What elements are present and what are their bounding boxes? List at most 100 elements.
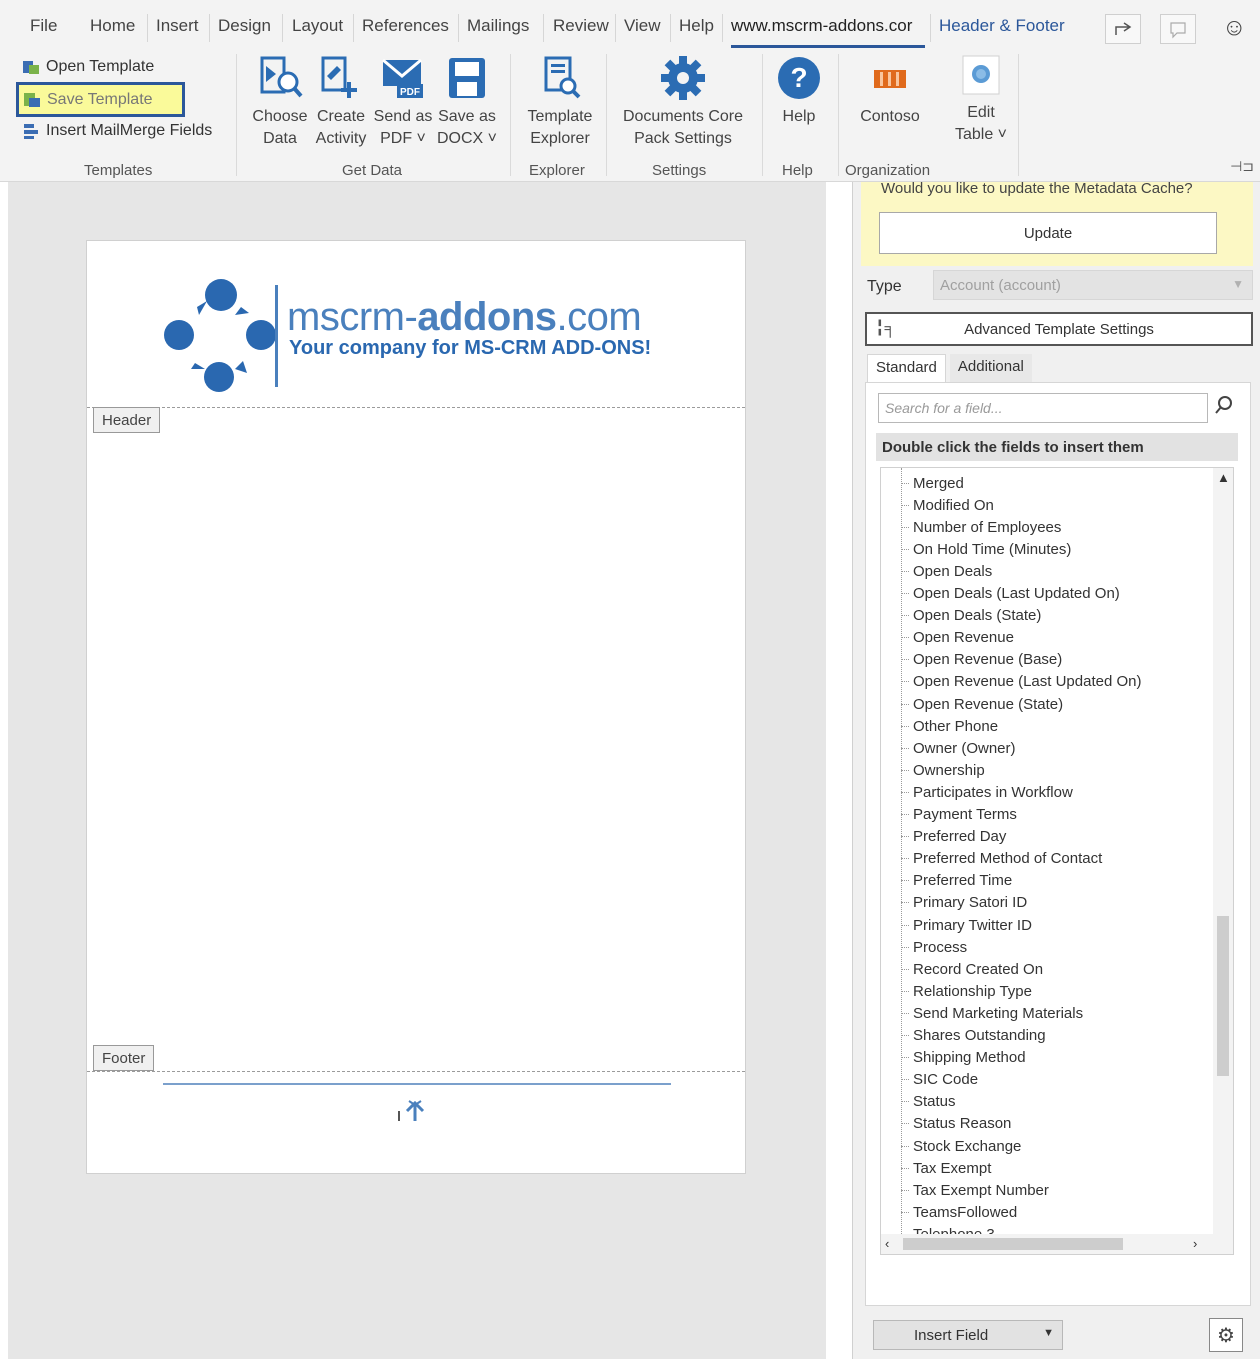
tab-separator xyxy=(930,14,931,42)
scrollbar-thumb[interactable] xyxy=(903,1238,1123,1250)
scrollbar-thumb[interactable] xyxy=(1217,916,1229,1076)
field-list-item[interactable]: Participates in Workflow xyxy=(901,781,1073,803)
tree-branch-line xyxy=(901,1167,909,1169)
tab-insert[interactable]: Insert xyxy=(156,16,199,36)
edit-table-button[interactable]: Edit Table ˅ xyxy=(950,54,1012,146)
tab-view[interactable]: View xyxy=(624,16,661,36)
tab-help[interactable]: Help xyxy=(679,16,714,36)
field-list-item-label: TeamsFollowed xyxy=(913,1203,1018,1221)
field-list-item[interactable]: Record Created On xyxy=(901,958,1043,980)
field-list-item[interactable]: Open Deals (Last Updated On) xyxy=(901,583,1120,605)
update-button[interactable]: Update xyxy=(879,212,1217,254)
document-page[interactable]: mscrm-addons.com Your company for MS-CRM… xyxy=(86,240,746,1174)
tab-design[interactable]: Design xyxy=(218,16,271,36)
field-list-item[interactable]: TeamsFollowed xyxy=(901,1201,1017,1223)
field-list-item-label: Participates in Workflow xyxy=(913,783,1073,801)
field-list-item[interactable]: Tax Exempt xyxy=(901,1157,991,1179)
help-button[interactable]: ? Help xyxy=(772,54,826,128)
save-as-docx-button[interactable]: Save as DOCX ˅ xyxy=(436,54,498,150)
field-list-item[interactable]: Ownership xyxy=(901,759,985,781)
insert-mailmerge-fields-button[interactable]: Insert MailMerge Fields xyxy=(22,122,212,140)
field-list-item[interactable]: Tax Exempt Number xyxy=(901,1179,1049,1201)
pin-ribbon-icon[interactable]: ⊣⊐ xyxy=(1230,158,1254,175)
field-list-item[interactable]: Open Revenue (Base) xyxy=(901,649,1062,671)
field-list-item[interactable]: Primary Twitter ID xyxy=(901,914,1032,936)
tab-references[interactable]: References xyxy=(362,16,449,36)
tab-mscrm-addons[interactable]: www.mscrm-addons.cor xyxy=(731,16,912,36)
advanced-template-settings-button[interactable]: ╏╕ Advanced Template Settings xyxy=(865,312,1253,346)
field-list-item[interactable]: Shares Outstanding xyxy=(901,1025,1046,1047)
field-list-item[interactable]: Status xyxy=(901,1091,956,1113)
field-list-item[interactable]: Shipping Method xyxy=(901,1047,1026,1069)
field-list-item[interactable]: Open Revenue xyxy=(901,627,1014,649)
field-list-item[interactable]: Number of Employees xyxy=(901,516,1061,538)
field-list-item[interactable]: Preferred Time xyxy=(901,870,1012,892)
field-list-item[interactable]: Open Revenue (State) xyxy=(901,693,1063,715)
tree-branch-line xyxy=(901,482,909,484)
tab-additional[interactable]: Additional xyxy=(949,354,1032,382)
create-activity-button[interactable]: Create Activity xyxy=(313,54,369,150)
type-select[interactable]: Account (account) ▼ xyxy=(933,270,1253,300)
field-list-item[interactable]: Relationship Type xyxy=(901,980,1032,1002)
field-list-item[interactable]: Stock Exchange xyxy=(901,1135,1021,1157)
tab-header-footer[interactable]: Header & Footer xyxy=(939,16,1065,36)
search-icon[interactable] xyxy=(1214,395,1234,420)
insert-mailmerge-label: Insert MailMerge Fields xyxy=(46,122,213,139)
field-search-input[interactable]: Search for a field... xyxy=(878,393,1208,423)
field-list-item[interactable]: Preferred Day xyxy=(901,826,1006,848)
footer-tag[interactable]: Footer xyxy=(93,1045,155,1071)
share-icon[interactable] xyxy=(1105,14,1141,44)
header-tag[interactable]: Header xyxy=(93,407,161,433)
field-list-item[interactable]: Primary Satori ID xyxy=(901,892,1027,914)
tab-file[interactable]: File xyxy=(30,16,57,36)
insert-field-label: Insert Field xyxy=(914,1326,989,1344)
feedback-smiley-icon[interactable]: ☺ xyxy=(1222,14,1247,42)
field-list-item[interactable]: Merged xyxy=(901,472,964,494)
send-as-pdf-button[interactable]: PDF Send as PDF ˅ xyxy=(373,54,433,150)
save-template-button[interactable]: Save Template xyxy=(16,82,185,117)
field-list-item-label: Owner (Owner) xyxy=(913,739,1016,757)
tab-mailings[interactable]: Mailings xyxy=(467,16,529,36)
choose-data-button[interactable]: Choose Data xyxy=(250,54,310,150)
field-list-item[interactable]: SIC Code xyxy=(901,1069,978,1091)
field-list-item[interactable]: Send Marketing Materials xyxy=(901,1002,1083,1024)
gear-icon[interactable]: ⚙ xyxy=(1209,1318,1243,1352)
dropdown-arrow-icon[interactable]: ▼ xyxy=(1043,1327,1054,1339)
template-explorer-button[interactable]: Template Explorer xyxy=(520,54,600,150)
tab-layout[interactable]: Layout xyxy=(292,16,343,36)
vertical-scrollbar[interactable]: ▲ ▼ xyxy=(1213,468,1233,1254)
field-tree[interactable]: Merged Modified On Number of Employees On H… xyxy=(880,467,1234,1255)
tab-standard[interactable]: Standard xyxy=(867,354,946,382)
comments-icon[interactable] xyxy=(1160,14,1196,44)
group-separator xyxy=(236,54,237,176)
field-list-item-label: Modified On xyxy=(913,496,994,514)
group-label-settings: Settings xyxy=(652,162,707,179)
scroll-left-icon[interactable]: ‹ xyxy=(885,1236,889,1251)
edit-table-icon xyxy=(962,55,1000,95)
settings-gear-icon xyxy=(661,56,705,100)
field-list-item-label: Tax Exempt xyxy=(913,1159,992,1177)
tab-home[interactable]: Home xyxy=(90,16,135,36)
field-list-item[interactable]: On Hold Time (Minutes) xyxy=(901,538,1071,560)
field-list-item[interactable]: Modified On xyxy=(901,494,994,516)
tab-review[interactable]: Review xyxy=(553,16,609,36)
open-template-button[interactable]: Open Template xyxy=(22,58,154,76)
field-list-item-label: Number of Employees xyxy=(913,518,1062,536)
logo-divider xyxy=(275,285,278,387)
contoso-organization-button[interactable]: Contoso xyxy=(852,54,928,128)
field-list-item[interactable]: Payment Terms xyxy=(901,804,1017,826)
field-list-item[interactable]: Preferred Method of Contact xyxy=(901,848,1102,870)
field-list-item[interactable]: Open Revenue (Last Updated On) xyxy=(901,671,1141,693)
scroll-up-icon[interactable]: ▲ xyxy=(1217,470,1230,485)
insert-field-button[interactable]: Insert Field ▼ xyxy=(873,1320,1063,1350)
field-list-item[interactable]: Status Reason xyxy=(901,1113,1011,1135)
field-list-item[interactable]: Open Deals xyxy=(901,560,992,582)
ribbon-tab-bar: File Home Insert Design Layout Reference… xyxy=(0,0,1260,54)
field-list-item[interactable]: Process xyxy=(901,936,967,958)
documents-core-pack-settings-button[interactable]: Documents Core Pack Settings xyxy=(616,54,750,150)
horizontal-scrollbar[interactable]: ‹ › xyxy=(881,1234,1233,1254)
scroll-right-icon[interactable]: › xyxy=(1193,1236,1197,1251)
field-list-item[interactable]: Open Deals (State) xyxy=(901,605,1041,627)
field-list-item[interactable]: Owner (Owner) xyxy=(901,737,1016,759)
field-list-item[interactable]: Other Phone xyxy=(901,715,998,737)
